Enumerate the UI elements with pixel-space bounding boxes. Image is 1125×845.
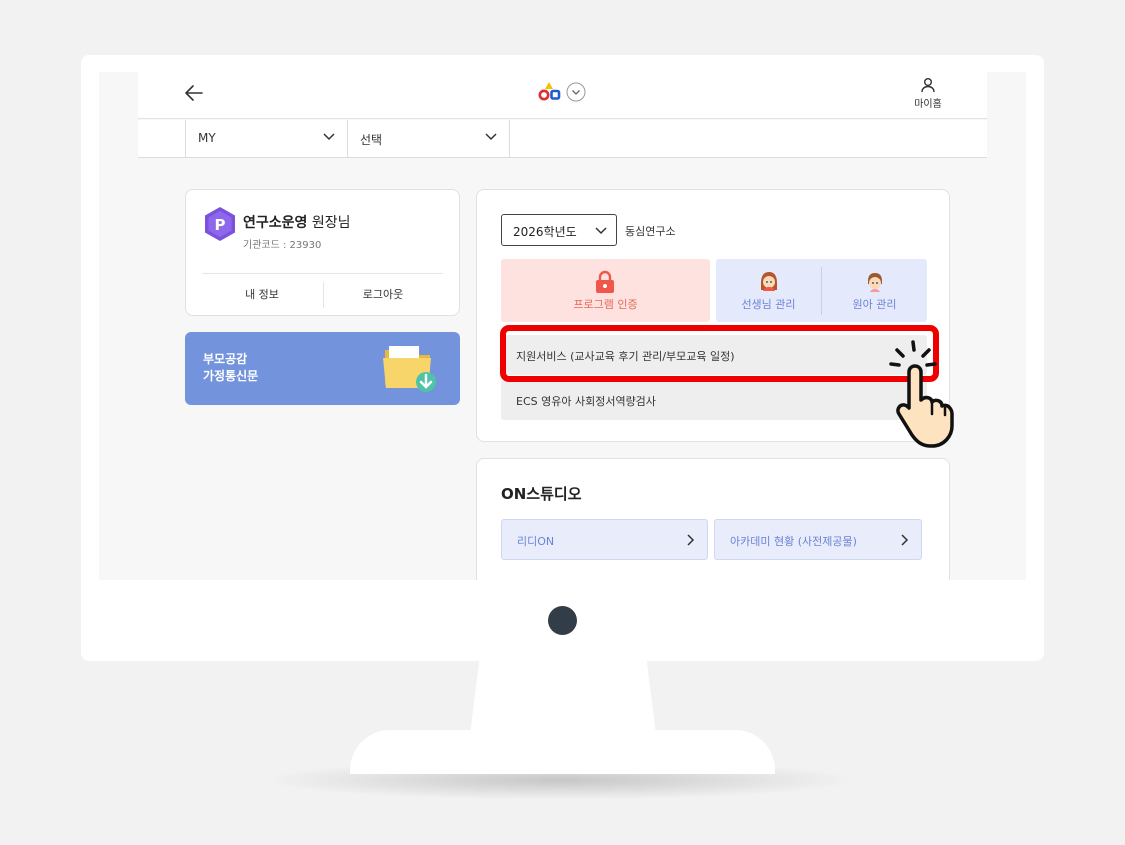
program-auth-tile[interactable]: 프로그램 인증 — [501, 259, 710, 322]
chevron-down-icon — [595, 227, 607, 235]
monitor-stand-base — [350, 730, 775, 774]
ecs-assessment-row[interactable]: ECS 영유아 사회정서역량검사 — [501, 380, 927, 420]
chevron-down-icon — [323, 133, 335, 141]
lock-icon — [596, 270, 614, 293]
chevron-right-icon — [901, 534, 909, 546]
monitor-camera — [548, 606, 577, 635]
school-year-value: 2026학년도 — [513, 225, 577, 239]
profile-divider — [202, 273, 443, 274]
pointing-hand-icon — [889, 340, 954, 448]
program-card: 2026학년도 동심연구소 프로그램 인증 선생님 관리 원아 관리 지원서비스… — [476, 189, 950, 442]
child-manage-tile[interactable]: 원아 관리 — [822, 259, 927, 322]
mypage-label: 마이홈 — [914, 99, 942, 110]
banner-line-2: 가정통신문 — [203, 369, 259, 383]
back-arrow-icon[interactable] — [182, 81, 206, 105]
on-studio-card: ON스튜디오 리디ON 아카데미 현황 (사전제공물) — [476, 458, 950, 580]
mypage-button[interactable]: 마이홈 — [910, 77, 946, 110]
management-tiles: 선생님 관리 원아 관리 — [716, 259, 927, 322]
filter-bar: MY 선택 — [138, 120, 987, 158]
menu-select-choice[interactable]: 선택 — [347, 120, 510, 158]
organization-name: 동심연구소 — [625, 225, 676, 238]
profile-card: P 연구소운영 원장님 기관코드 : 23930 내 정보 로그아웃 — [185, 189, 460, 316]
reading-on-button[interactable]: 리디ON — [501, 519, 708, 560]
chevron-right-icon — [687, 534, 695, 546]
menu-select-choice-value: 선택 — [360, 133, 383, 147]
profile-title: 원장님 — [311, 215, 351, 231]
parent-newsletter-banner[interactable]: 부모공감 가정통신문 — [185, 332, 460, 405]
school-year-select[interactable]: 2026학년도 — [501, 214, 617, 246]
academy-status-button[interactable]: 아카데미 현황 (사전제공물) — [714, 519, 922, 560]
menu-select-my-value: MY — [198, 131, 216, 145]
folder-download-icon — [383, 346, 436, 392]
menu-select-my[interactable]: MY — [185, 120, 347, 158]
institution-code: 기관코드 : 23930 — [243, 240, 322, 251]
teacher-avatar-icon — [761, 272, 777, 291]
p-badge-icon: P — [205, 207, 235, 241]
banner-text: 부모공감 가정통신문 — [203, 351, 258, 385]
academy-status-label: 아카데미 현황 (사전제공물) — [730, 535, 857, 548]
profile-name-strong: 연구소운영 — [243, 215, 308, 231]
monitor-stand-neck — [470, 655, 656, 735]
program-auth-label: 프로그램 인증 — [573, 298, 638, 311]
logout-button[interactable]: 로그아웃 — [323, 286, 443, 302]
reading-on-label: 리디ON — [517, 535, 555, 548]
user-icon — [921, 78, 935, 93]
chevron-down-icon — [485, 133, 497, 141]
child-avatar-icon — [868, 273, 882, 292]
profile-name: 연구소운영 원장님 — [243, 212, 351, 232]
studio-title: ON스튜디오 — [501, 485, 582, 503]
child-manage-label: 원아 관리 — [852, 298, 897, 311]
teacher-manage-tile[interactable]: 선생님 관리 — [716, 259, 821, 322]
banner-line-1: 부모공감 — [203, 352, 248, 366]
teacher-manage-label: 선생님 관리 — [741, 298, 796, 311]
my-info-button[interactable]: 내 정보 — [202, 286, 322, 302]
highlight-box — [500, 325, 939, 382]
top-bar: 마이홈 — [138, 72, 987, 119]
brand-logo-icon[interactable] — [536, 78, 588, 106]
svg-text:P: P — [215, 216, 226, 234]
